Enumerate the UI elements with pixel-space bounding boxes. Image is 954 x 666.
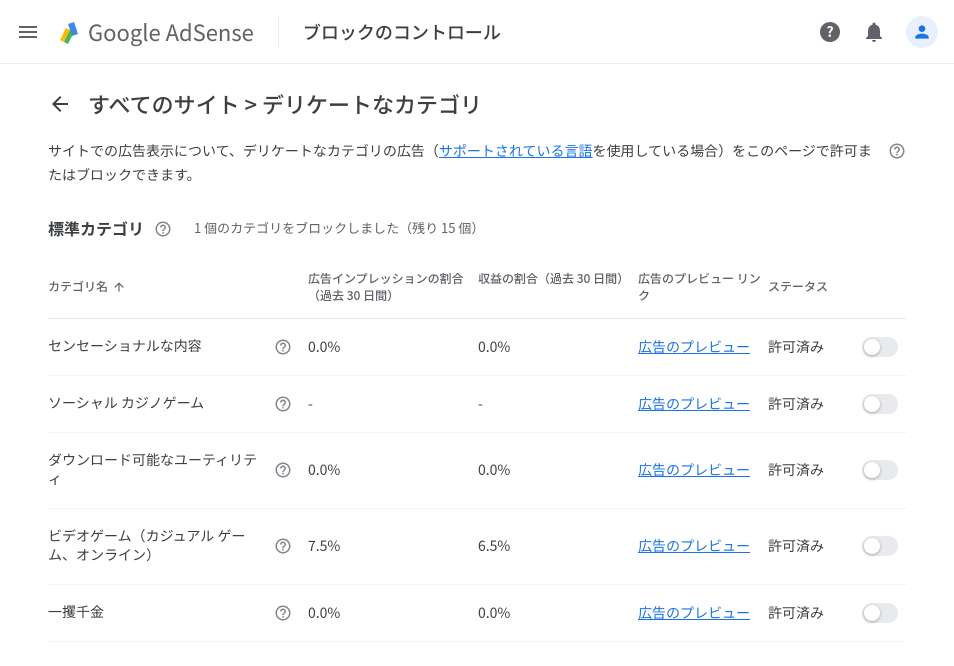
table-row: ビデオゲーム（カジュアル ゲーム、オンライン） 7.5%6.5%広告のプレビュー許… <box>48 509 906 585</box>
preview-link[interactable]: 広告のプレビュー <box>638 460 750 480</box>
table-row: ダウンロード可能なユーティリティ0.0%0.0%広告のプレビュー許可済み <box>48 433 906 509</box>
preview-link[interactable]: 広告のプレビュー <box>638 337 750 357</box>
column-header-preview: 広告のプレビュー リンク <box>638 270 768 304</box>
revenue-cell: 0.0% <box>478 603 638 623</box>
section-info: 1 個のカテゴリをブロックしました（残り 15 個） <box>194 218 484 237</box>
status-label: 許可済み <box>768 603 824 623</box>
intro-section: サイトでの広告表示について、デリケートなカテゴリの広告（サポートされている言語を… <box>48 140 906 188</box>
impressions-cell: - <box>308 394 478 414</box>
preview-cell: 広告のプレビュー <box>638 394 768 414</box>
revenue-cell: - <box>478 394 638 414</box>
section-help-icon[interactable] <box>154 220 172 238</box>
category-name: ビデオゲーム（カジュアル ゲーム、オンライン） <box>48 527 266 566</box>
categories-table: カテゴリ名 広告インプレッションの割合（過去 30 日間） 収益の割合（過去 3… <box>48 256 906 642</box>
category-name-cell: ソーシャル カジノゲーム <box>48 394 308 414</box>
revenue-cell: 0.0% <box>478 460 638 480</box>
status-toggle[interactable] <box>862 394 898 414</box>
page-context-title: ブロックのコントロール <box>303 19 818 45</box>
status-cell: 許可済み <box>768 603 906 623</box>
status-label: 許可済み <box>768 460 824 480</box>
status-toggle[interactable] <box>862 460 898 480</box>
category-name-cell: センセーショナルな内容 <box>48 337 308 357</box>
category-name-cell: ビデオゲーム（カジュアル ゲーム、オンライン） <box>48 527 308 566</box>
column-header-impressions[interactable]: 広告インプレッションの割合（過去 30 日間） <box>308 270 478 304</box>
preview-cell: 広告のプレビュー <box>638 536 768 556</box>
table-header-row: カテゴリ名 広告インプレッションの割合（過去 30 日間） 収益の割合（過去 3… <box>48 256 906 319</box>
row-help-icon[interactable] <box>274 461 292 479</box>
toggle-knob <box>864 538 880 554</box>
status-toggle[interactable] <box>862 603 898 623</box>
adsense-logo-icon <box>56 20 80 44</box>
app-header: Google AdSense ブロックのコントロール ? <box>0 0 954 64</box>
intro-prefix: サイトでの広告表示について、デリケートなカテゴリの広告（ <box>48 141 439 161</box>
category-name: ソーシャル カジノゲーム <box>48 394 266 414</box>
column-header-revenue[interactable]: 収益の割合（過去 30 日間） <box>478 270 638 304</box>
sort-ascending-icon <box>112 280 126 294</box>
impressions-cell: 0.0% <box>308 603 478 623</box>
intro-text: サイトでの広告表示について、デリケートなカテゴリの広告（サポートされている言語を… <box>48 140 876 188</box>
status-cell: 許可済み <box>768 536 906 556</box>
table-row: 一攫千金0.0%0.0%広告のプレビュー許可済み <box>48 585 906 642</box>
row-help-icon[interactable] <box>274 338 292 356</box>
brand-logo[interactable]: Google AdSense <box>56 16 254 48</box>
row-help-icon[interactable] <box>274 604 292 622</box>
preview-link[interactable]: 広告のプレビュー <box>638 536 750 556</box>
category-name: ダウンロード可能なユーティリティ <box>48 451 266 490</box>
table-row: センセーショナルな内容0.0%0.0%広告のプレビュー許可済み <box>48 319 906 376</box>
back-arrow-icon[interactable] <box>48 92 72 116</box>
user-avatar[interactable] <box>906 16 938 48</box>
column-header-name-label: カテゴリ名 <box>48 278 108 295</box>
main-content: すべてのサイト > デリケートなカテゴリ サイトでの広告表示について、デリケート… <box>0 64 954 666</box>
header-divider <box>278 16 279 48</box>
svg-text:?: ? <box>826 22 833 42</box>
toggle-knob <box>864 339 880 355</box>
toggle-knob <box>864 605 880 621</box>
preview-link[interactable]: 広告のプレビュー <box>638 603 750 623</box>
notifications-icon[interactable] <box>862 20 886 44</box>
preview-cell: 広告のプレビュー <box>638 460 768 480</box>
revenue-cell: 0.0% <box>478 337 638 357</box>
toggle-knob <box>864 396 880 412</box>
brand-text: Google AdSense <box>88 16 254 48</box>
category-name: センセーショナルな内容 <box>48 337 266 357</box>
column-header-status: ステータス <box>768 270 906 304</box>
status-cell: 許可済み <box>768 394 906 414</box>
status-label: 許可済み <box>768 394 824 414</box>
column-header-name[interactable]: カテゴリ名 <box>48 270 308 304</box>
supported-languages-link[interactable]: サポートされている言語 <box>439 141 593 161</box>
status-toggle[interactable] <box>862 536 898 556</box>
menu-icon[interactable] <box>16 20 40 44</box>
help-icon[interactable]: ? <box>818 20 842 44</box>
toggle-knob <box>864 462 880 478</box>
intro-help-icon[interactable] <box>888 142 906 160</box>
preview-cell: 広告のプレビュー <box>638 603 768 623</box>
category-name-cell: 一攫千金 <box>48 603 308 623</box>
category-name-cell: ダウンロード可能なユーティリティ <box>48 451 308 490</box>
section-header: 標準カテゴリ 1 個のカテゴリをブロックしました（残り 15 個） <box>48 216 906 240</box>
status-toggle[interactable] <box>862 337 898 357</box>
breadcrumb: すべてのサイト > デリケートなカテゴリ <box>48 88 906 120</box>
status-label: 許可済み <box>768 337 824 357</box>
breadcrumb-text: すべてのサイト > デリケートなカテゴリ <box>88 88 482 120</box>
impressions-cell: 0.0% <box>308 337 478 357</box>
section-title: 標準カテゴリ <box>48 216 144 240</box>
status-cell: 許可済み <box>768 337 906 357</box>
status-cell: 許可済み <box>768 460 906 480</box>
status-label: 許可済み <box>768 536 824 556</box>
column-header-status-label: ステータス <box>768 278 828 295</box>
row-help-icon[interactable] <box>274 395 292 413</box>
category-name: 一攫千金 <box>48 603 266 623</box>
impressions-cell: 7.5% <box>308 536 478 556</box>
preview-cell: 広告のプレビュー <box>638 337 768 357</box>
impressions-cell: 0.0% <box>308 460 478 480</box>
person-icon <box>912 22 932 42</box>
header-actions: ? <box>818 16 938 48</box>
row-help-icon[interactable] <box>274 537 292 555</box>
preview-link[interactable]: 広告のプレビュー <box>638 394 750 414</box>
table-row: ソーシャル カジノゲーム--広告のプレビュー許可済み <box>48 376 906 433</box>
revenue-cell: 6.5% <box>478 536 638 556</box>
